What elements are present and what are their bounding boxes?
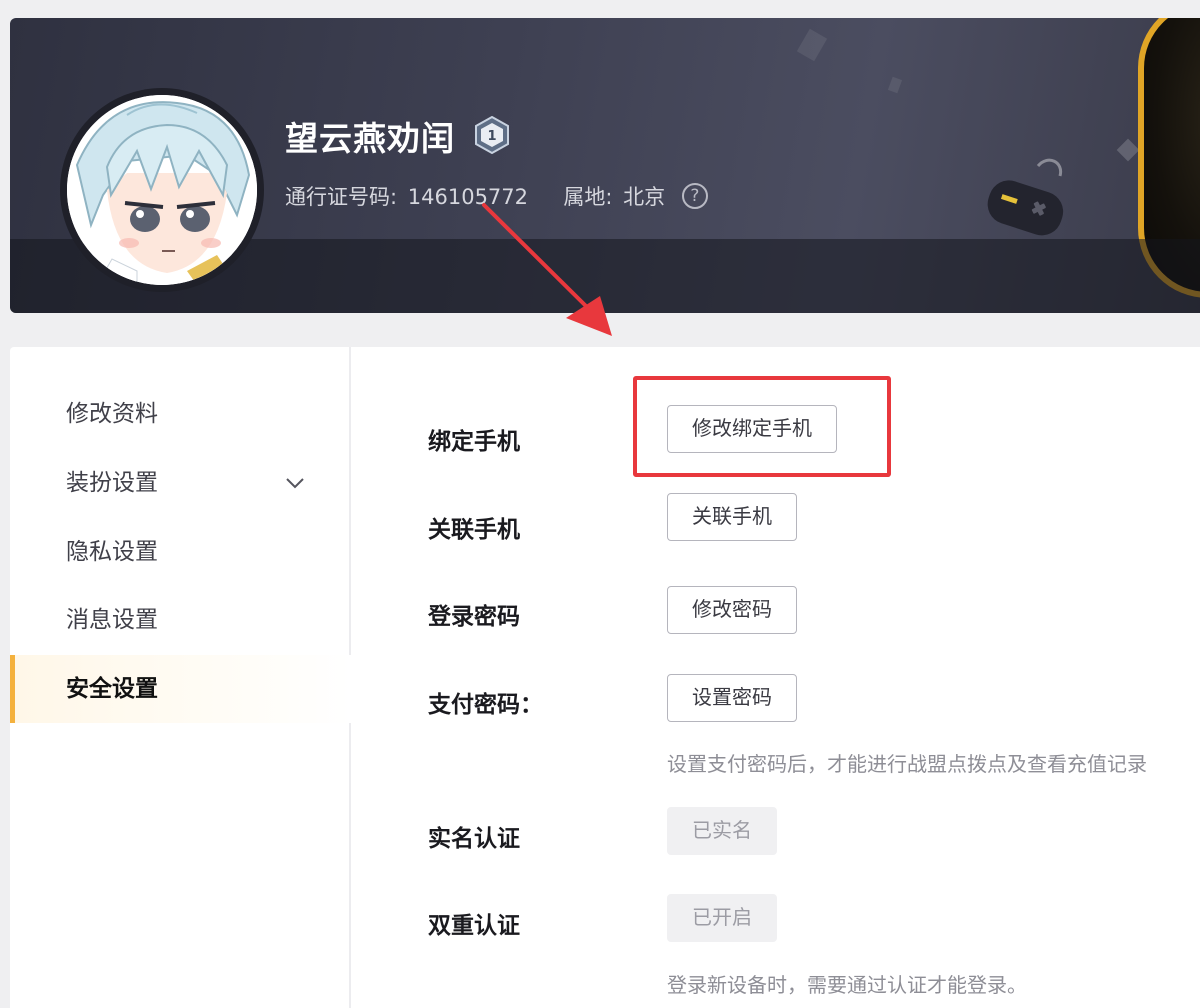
change-password-button[interactable]: 修改密码 <box>667 586 797 634</box>
decorative-shard <box>887 76 903 94</box>
pass-id-label: 通行证号码: <box>285 185 398 209</box>
avatar-image <box>67 95 257 285</box>
sidebar-item-decoration[interactable]: 装扮设置 <box>10 449 351 517</box>
sidebar-item-messages[interactable]: 消息设置 <box>10 586 351 654</box>
username: 望云燕劝闰 <box>285 119 455 158</box>
linked-phone-label: 关联手机 <box>428 517 520 543</box>
login-password-label: 登录密码 <box>428 604 520 630</box>
pass-id-value: 146105772 <box>407 185 529 209</box>
two-factor-enabled-button: 已开启 <box>667 894 777 942</box>
level-number: 1 <box>487 129 496 144</box>
real-name-verified-button: 已实名 <box>667 807 777 855</box>
change-bound-phone-button[interactable]: 修改绑定手机 <box>667 405 837 453</box>
two-factor-hint: 登录新设备时，需要通过认证才能登录。 <box>667 973 1027 997</box>
real-name-label: 实名认证 <box>428 826 520 852</box>
sidebar-item-privacy[interactable]: 隐私设置 <box>10 518 351 586</box>
settings-card: 修改资料 装扮设置 隐私设置 消息设置 安全设置 绑定手机 修改绑定手机 关联手… <box>10 347 1200 1008</box>
location-label: 属地: <box>563 185 613 209</box>
sidebar-item-label: 安全设置 <box>66 676 158 702</box>
two-factor-label: 双重认证 <box>428 913 520 939</box>
gamepad-icon <box>987 158 1064 236</box>
profile-meta: 通行证号码: 146105772 属地: 北京 ? <box>285 181 712 211</box>
location-value: 北京 <box>623 185 666 209</box>
set-pay-password-button[interactable]: 设置密码 <box>667 674 797 722</box>
sidebar-item-label: 装扮设置 <box>66 470 158 496</box>
sidebar-item-label: 修改资料 <box>66 401 158 427</box>
sidebar-item-edit-profile[interactable]: 修改资料 <box>10 380 351 448</box>
decorative-shard <box>1116 138 1140 162</box>
pay-password-hint: 设置支付密码后，才能进行战盟点拨点及查看充值记录 <box>667 752 1147 776</box>
link-phone-button[interactable]: 关联手机 <box>667 493 797 541</box>
bind-phone-label: 绑定手机 <box>428 429 520 455</box>
sidebar-item-label: 消息设置 <box>66 607 158 633</box>
avatar[interactable] <box>60 88 264 292</box>
shield-level-icon: 1 <box>475 116 509 154</box>
sidebar-item-label: 隐私设置 <box>66 539 158 565</box>
security-settings: 绑定手机 修改绑定手机 关联手机 关联手机 登录密码 修改密码 支付密码： 设置… <box>353 347 1200 1008</box>
pay-password-label: 支付密码： <box>428 692 543 718</box>
help-circle-icon[interactable]: ? <box>681 183 708 209</box>
sidebar-item-security[interactable]: 安全设置 <box>10 655 351 723</box>
decorative-shard <box>796 28 828 62</box>
settings-sidebar: 修改资料 装扮设置 隐私设置 消息设置 安全设置 <box>10 347 351 1008</box>
chevron-down-icon[interactable] <box>283 471 307 495</box>
